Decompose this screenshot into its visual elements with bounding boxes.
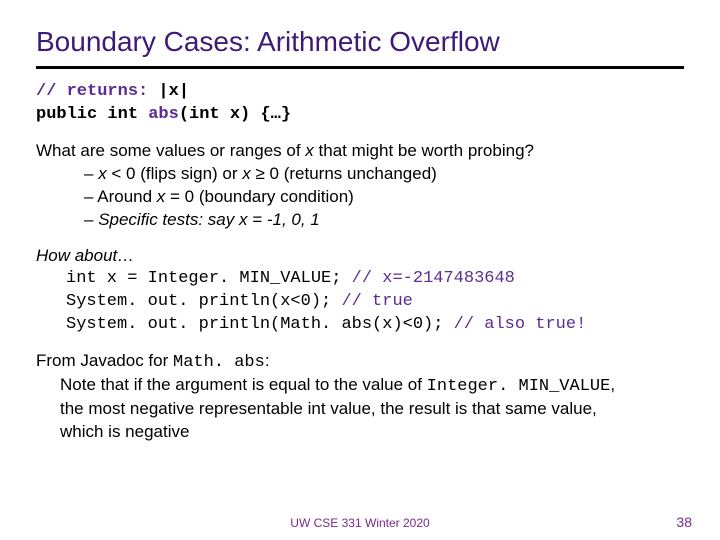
how-about: How about…: [36, 246, 684, 266]
comment-x: |x|: [148, 82, 189, 101]
cb-l3: System. out. println(Math. abs(x)<0);: [66, 315, 443, 334]
page-number: 38: [676, 514, 692, 530]
q-x: x: [305, 141, 314, 160]
q-post: that might be worth probing?: [314, 141, 534, 160]
cb-l2c: // true: [341, 292, 412, 311]
question-line: What are some values or ranges of x that…: [36, 141, 684, 161]
from-post: :: [265, 351, 270, 370]
note-code: Integer. MIN_VALUE: [427, 377, 611, 396]
cb-l2: System. out. println(x<0);: [66, 292, 341, 311]
title-rule: [36, 66, 684, 69]
b1-x1: x: [98, 164, 107, 183]
b2-pre: Around: [97, 187, 157, 206]
sig-post: (int x) {…}: [179, 105, 291, 124]
sig-abs: abs: [148, 105, 179, 124]
from-pre: From Javadoc for: [36, 351, 173, 370]
from-line: From Javadoc for Math. abs:: [36, 351, 684, 372]
sig-pre: public int: [36, 105, 148, 124]
code-top: // returns: |x| public int abs(int x) {……: [36, 81, 684, 127]
b1-x2: x: [242, 164, 251, 183]
javadoc-note: Note that if the argument is equal to th…: [36, 374, 620, 445]
cb-l1c: // x=-2147483648: [341, 269, 514, 288]
bullet-3: Specific tests: say x = -1, 0, 1: [84, 209, 684, 232]
b1-mid: < 0 (flips sign) or: [107, 164, 243, 183]
bullet-2: Around x = 0 (boundary condition): [84, 186, 684, 209]
b1-end: ≥ 0 (returns unchanged): [251, 164, 437, 183]
b2-end: = 0 (boundary condition): [165, 187, 354, 206]
q-pre: What are some values or ranges of: [36, 141, 305, 160]
footer-center: UW CSE 331 Winter 2020: [0, 516, 720, 530]
comment-returns: // returns:: [36, 82, 148, 101]
bullet-1: x < 0 (flips sign) or x ≥ 0 (returns unc…: [84, 163, 684, 186]
code-block: int x = Integer. MIN_VALUE; // x=-214748…: [36, 268, 684, 337]
cb-l1: int x = Integer. MIN_VALUE;: [66, 269, 341, 288]
slide-title: Boundary Cases: Arithmetic Overflow: [36, 26, 684, 58]
note-t1: Note that if the argument is equal to th…: [60, 375, 427, 394]
from-code: Math. abs: [173, 353, 265, 372]
bullet-list: x < 0 (flips sign) or x ≥ 0 (returns unc…: [36, 163, 684, 232]
cb-l3c: // also true!: [443, 315, 586, 334]
